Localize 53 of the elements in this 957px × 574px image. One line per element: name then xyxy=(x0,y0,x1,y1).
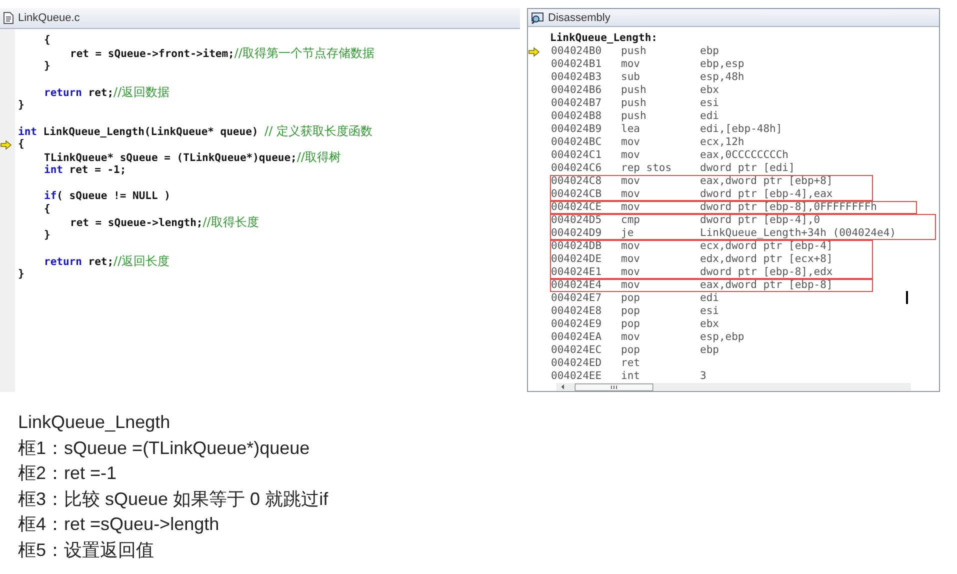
assembly-row-text: 004024ED ret xyxy=(550,357,641,370)
assembly-row: 004024C8 mov eax,dword ptr [ebp+8] xyxy=(550,175,833,188)
assembly-row: 004024E4 mov eax,dword ptr [ebp-8] xyxy=(550,279,833,292)
assembly-row: 004024EE int 3 xyxy=(550,370,706,384)
assembly-row: 004024CB mov dword ptr [ebp-4],eax xyxy=(550,188,833,202)
magnifier-icon xyxy=(531,12,544,24)
assembly-row: 004024C6 rep stos dword ptr [edi] xyxy=(550,162,795,176)
code-line: } xyxy=(18,99,24,112)
document-icon xyxy=(3,12,14,24)
code-line: ret = sQueue->front->item;//取得第一个节点存储数据 xyxy=(69,47,374,60)
code-line: ret = sQueue->length;//取得长度 xyxy=(69,216,259,229)
code-line: } xyxy=(43,60,50,73)
assembly-row: 004024E7 pop edi xyxy=(550,292,719,306)
assembly-row: 004024DE mov edx,dword ptr [ecx+8] xyxy=(550,253,833,266)
code-line: } xyxy=(43,229,50,242)
assembly-row: 004024BC mov ecx,12h xyxy=(550,136,744,150)
assembly-row: 004024E1 mov dword ptr [ebp-8],edx xyxy=(550,266,833,280)
code-line: int LinkQueue_Length(LinkQueue* queue) // 定义获取长度函数 xyxy=(18,125,372,138)
assembly-row: 004024B0 push ebp xyxy=(550,45,719,58)
note-text: 框1：sQueue =(TLinkQueue*)queue xyxy=(18,436,310,460)
assembly-row: 004024EC pop ebp xyxy=(550,344,719,358)
code-line: return ret;//返回长度 xyxy=(43,255,170,268)
assembly-row: 004024B6 push ebx xyxy=(550,84,719,98)
note-text: 框3：比较 sQueue 如果等于 0 就跳过if xyxy=(18,488,328,511)
code-line: } xyxy=(18,268,24,281)
note-text: 框2：ret =-1 xyxy=(18,462,117,486)
code-line: TLinkQueue* sQueue = (TLinkQueue*)queue;//取得树 xyxy=(43,151,341,164)
code-line: int ret = -1; xyxy=(43,164,126,177)
text-cursor xyxy=(906,291,908,304)
assembly-row: 004024CE mov dword ptr [ebp-8],0FFFFFFFFh xyxy=(550,201,878,214)
assembly-row: 004024E8 pop esi xyxy=(550,305,719,318)
panel-title: Disassembly xyxy=(548,12,610,24)
editor-title: LinkQueue.c xyxy=(18,12,80,24)
assembly-row: 004024B8 push edi xyxy=(550,110,719,124)
note-text: LinkQueue_Lnegth xyxy=(18,411,170,434)
code-line: { xyxy=(18,138,24,151)
note-text: 框4：ret =sQueu->length xyxy=(18,513,220,536)
assembly-row: 004024E9 pop ebx xyxy=(550,318,719,332)
code-line: if( sQueue != NULL ) xyxy=(43,190,170,203)
assembly-row: 004024B1 mov ebp,esp xyxy=(550,58,744,72)
assembly-row: 004024C1 mov eax,0CCCCCCCCh xyxy=(550,149,789,162)
note-text: 框5：设置返回值 xyxy=(18,538,154,562)
assembly-row: 004024B9 lea edi,[ebp-48h] xyxy=(550,123,782,136)
assembly-row: 004024EA mov esp,ebp xyxy=(550,331,744,344)
assembly-row: 004024D5 cmp dword ptr [ebp-4],0 xyxy=(550,214,820,228)
assembly-row: 004024DB mov ecx,dword ptr [ebp-4] xyxy=(550,240,833,254)
code-line: return ret;//返回数据 xyxy=(43,86,170,99)
function-label: LinkQueue_Length: xyxy=(550,32,658,46)
assembly-row: 004024B3 sub esp,48h xyxy=(550,71,744,84)
code-line: { xyxy=(43,203,50,216)
assembly-row: 004024B7 push esi xyxy=(550,97,719,110)
assembly-row: 004024D9 je LinkQueue_Length+34h (004024e4) xyxy=(550,227,896,240)
code-line: { xyxy=(43,34,50,47)
